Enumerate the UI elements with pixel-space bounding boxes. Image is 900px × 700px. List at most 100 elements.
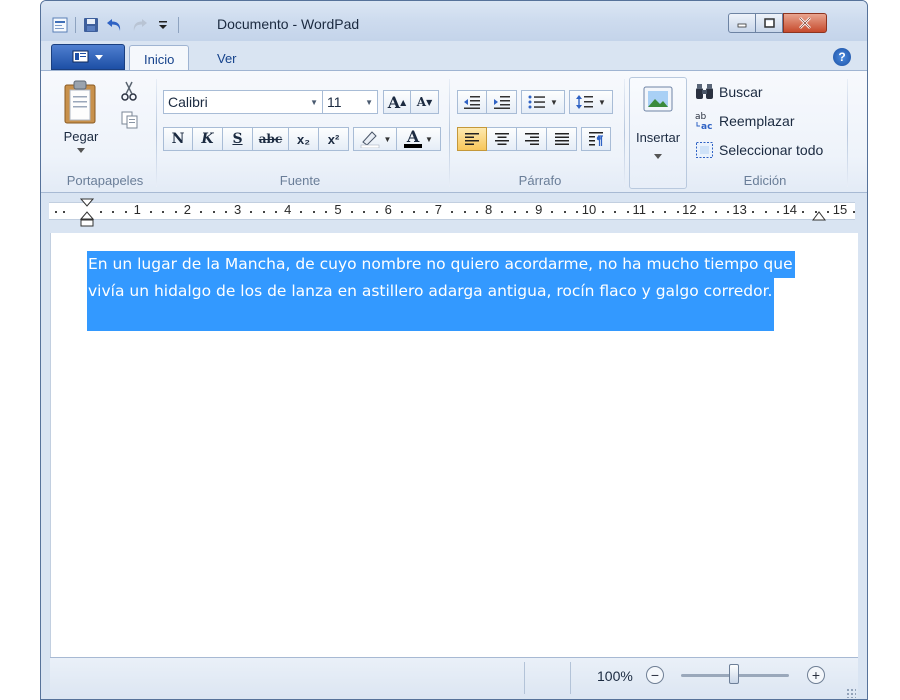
group-separator bbox=[449, 79, 450, 187]
ruler-tick bbox=[601, 211, 604, 213]
selected-text[interactable]: En un lugar de la Mancha, de cuyo nombre… bbox=[87, 251, 795, 331]
right-indent-marker-icon[interactable] bbox=[812, 206, 826, 222]
highlighter-icon bbox=[360, 131, 379, 148]
shrink-font-button[interactable]: A ▼ bbox=[411, 90, 439, 114]
select-all-button[interactable]: Seleccionar todo bbox=[695, 141, 823, 159]
subscript-button[interactable]: x₂ bbox=[289, 127, 319, 151]
text-line[interactable]: En un lugar de la Mancha, de cuyo nombre… bbox=[87, 251, 795, 278]
zoom-in-button[interactable]: + bbox=[807, 666, 825, 684]
paste-button[interactable]: Pegar bbox=[61, 79, 101, 154]
paragraph-settings-button[interactable] bbox=[581, 127, 611, 151]
align-left-button[interactable] bbox=[457, 127, 487, 151]
font-color-label: A bbox=[406, 127, 420, 146]
minimize-icon bbox=[737, 23, 747, 28]
wordpad-app-icon[interactable] bbox=[51, 16, 69, 34]
ruler-tick bbox=[526, 211, 529, 213]
increase-indent-button[interactable] bbox=[487, 90, 517, 114]
ruler-tick bbox=[764, 211, 767, 213]
chevron-down-icon: ▼ bbox=[383, 134, 392, 144]
ruler-tick bbox=[262, 211, 265, 213]
ruler-tick bbox=[425, 211, 428, 213]
help-icon[interactable]: ? bbox=[833, 48, 851, 66]
close-button[interactable] bbox=[783, 13, 827, 33]
align-center-button[interactable] bbox=[487, 127, 517, 151]
line-spacing-button[interactable]: ▼ bbox=[569, 90, 613, 114]
application-menu-button[interactable] bbox=[51, 44, 125, 70]
find-label: Buscar bbox=[719, 84, 763, 100]
font-color-icon: A bbox=[404, 127, 423, 148]
ruler-tick bbox=[551, 211, 554, 213]
group-label-paragraph: Párrafo bbox=[518, 173, 562, 188]
chevron-down-icon: ▼ bbox=[550, 97, 558, 107]
replace-label: Reemplazar bbox=[719, 113, 795, 129]
align-right-icon bbox=[524, 133, 539, 145]
ruler-tick bbox=[174, 211, 177, 213]
ruler-tick bbox=[664, 211, 667, 213]
ruler-number: 5 bbox=[334, 202, 342, 217]
maximize-button[interactable] bbox=[755, 13, 783, 33]
redo-icon[interactable] bbox=[130, 16, 148, 34]
tab-inicio[interactable]: Inicio bbox=[129, 45, 190, 72]
copy-icon[interactable] bbox=[121, 111, 139, 132]
align-right-button[interactable] bbox=[517, 127, 547, 151]
insert-button[interactable]: Insertar bbox=[629, 77, 687, 189]
cut-icon[interactable] bbox=[121, 81, 137, 104]
clipboard-icon bbox=[64, 80, 96, 124]
chevron-down-icon: ▼ bbox=[365, 98, 373, 107]
save-icon[interactable] bbox=[82, 16, 100, 34]
chevron-down-icon bbox=[77, 148, 85, 153]
customize-qat-icon[interactable] bbox=[154, 16, 172, 34]
app-menu-icon bbox=[72, 50, 89, 63]
ruler-tick bbox=[852, 211, 855, 213]
ruler-tick bbox=[752, 211, 755, 213]
justify-button[interactable] bbox=[547, 127, 577, 151]
find-button[interactable]: Buscar bbox=[695, 83, 763, 101]
ruler-number: 12 bbox=[682, 202, 697, 217]
line-spacing-icon bbox=[576, 95, 594, 109]
ruler-tick bbox=[701, 211, 704, 213]
indent-marker-icon[interactable] bbox=[80, 198, 94, 228]
picture-icon bbox=[643, 86, 673, 112]
bold-button[interactable]: N bbox=[163, 127, 193, 151]
ruler-tick bbox=[199, 211, 202, 213]
ruler[interactable]: 1 2 3 4 5 6 7 8 9 10 11 12 13 14 15 bbox=[41, 194, 867, 232]
underline-button[interactable]: S bbox=[223, 127, 253, 151]
replace-button[interactable]: ab ac Reemplazar bbox=[695, 111, 794, 131]
font-color-button[interactable]: A ▼ bbox=[397, 127, 441, 151]
ruler-number: 2 bbox=[183, 202, 192, 217]
paragraph-top-buttons bbox=[457, 90, 517, 114]
superscript-button[interactable]: x² bbox=[319, 127, 349, 151]
ruler-number: 1 bbox=[133, 202, 141, 217]
font-size-select[interactable]: 11 ▼ bbox=[322, 90, 378, 114]
decrease-indent-button[interactable] bbox=[457, 90, 487, 114]
font-family-value: Calibri bbox=[168, 94, 208, 110]
minimize-button[interactable] bbox=[728, 13, 756, 33]
strikethrough-button[interactable]: abc bbox=[253, 127, 289, 151]
ruler-tick bbox=[212, 211, 215, 213]
document-area[interactable]: En un lugar de la Mancha, de cuyo nombre… bbox=[50, 233, 858, 657]
close-icon bbox=[799, 17, 811, 29]
ruler-number: 4 bbox=[284, 202, 292, 217]
bullet-list-button[interactable]: ▼ bbox=[521, 90, 565, 114]
grow-font-button[interactable]: A ▲ bbox=[383, 90, 411, 114]
ruler-tick bbox=[112, 211, 115, 213]
tab-ver[interactable]: Ver bbox=[203, 45, 251, 71]
font-family-select[interactable]: Calibri ▼ bbox=[163, 90, 323, 114]
increase-indent-icon bbox=[493, 96, 510, 109]
text-line[interactable]: vivía un hidalgo de los de lanza en asti… bbox=[87, 278, 775, 331]
ruler-number: 10 bbox=[581, 202, 597, 217]
ruler-tick bbox=[714, 211, 717, 213]
zoom-out-button[interactable]: − bbox=[646, 666, 664, 684]
group-separator bbox=[624, 79, 625, 187]
decrease-indent-icon bbox=[464, 96, 480, 109]
highlight-color-button[interactable]: ▼ bbox=[353, 127, 397, 151]
zoom-slider-thumb[interactable] bbox=[729, 664, 739, 684]
bullet-list-icon bbox=[528, 95, 546, 109]
italic-button[interactable]: K bbox=[193, 127, 223, 151]
ribbon-tab-row: Inicio Ver bbox=[41, 41, 867, 72]
ruler-number: 8 bbox=[484, 202, 493, 217]
paragraph-icon bbox=[589, 132, 603, 146]
ruler-tick bbox=[363, 211, 366, 213]
resize-grip-icon[interactable] bbox=[846, 688, 856, 698]
undo-icon[interactable] bbox=[106, 16, 124, 34]
